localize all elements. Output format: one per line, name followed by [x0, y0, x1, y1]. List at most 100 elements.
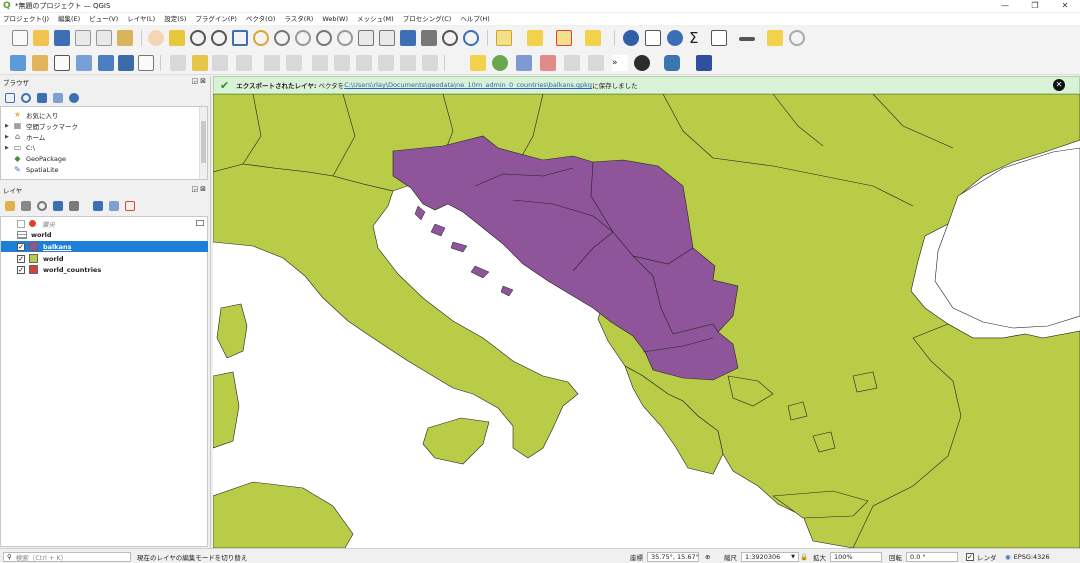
browser-item[interactable]: ▶ ⌂ ホーム: [5, 131, 45, 142]
label-toolbar-abc-icon[interactable]: [470, 55, 486, 71]
panel-float-close-buttons[interactable]: ◲⊠: [192, 185, 208, 193]
layer-visibility-checkbox[interactable]: ✓: [17, 254, 25, 263]
layer-row[interactable]: ✓ world: [1, 253, 208, 264]
pan-hand-icon[interactable]: [148, 30, 164, 46]
identify-features-icon[interactable]: [623, 30, 639, 46]
menu-raster[interactable]: ラスタ(R): [284, 13, 313, 25]
close-window-button[interactable]: ✕: [1050, 0, 1080, 12]
zoom-native-icon[interactable]: [295, 30, 311, 46]
more-tools-chevron-icon[interactable]: »: [612, 55, 628, 71]
render-checkbox[interactable]: ✓: [966, 552, 974, 561]
copy-features-icon[interactable]: [356, 55, 372, 71]
close-message-button[interactable]: ✕: [1053, 79, 1065, 91]
maximize-button[interactable]: ❐: [1020, 0, 1050, 12]
layer-labeling-icon[interactable]: [492, 55, 508, 71]
print-layout-icon[interactable]: [96, 30, 112, 46]
refresh-browser-icon[interactable]: [21, 93, 31, 103]
show-hide-labels-icon[interactable]: [564, 55, 580, 71]
open-project-icon[interactable]: [33, 30, 49, 46]
filter-by-expression-icon[interactable]: [69, 201, 79, 211]
scale-combo[interactable]: 1:3920306 ▼: [741, 551, 799, 562]
new-bookmark-icon[interactable]: [400, 30, 416, 46]
layer-visibility-checkbox[interactable]: [17, 219, 25, 228]
locator-search-input[interactable]: ⚲ 検索（Ctrl + K）: [3, 551, 131, 562]
menu-view[interactable]: ビュー(V): [89, 13, 118, 25]
manage-map-themes-icon[interactable]: [37, 201, 47, 211]
map-tips-icon[interactable]: [767, 30, 783, 46]
add-group-icon[interactable]: [21, 201, 31, 211]
statistics-sigma-icon[interactable]: Σ: [689, 30, 705, 46]
add-raster-layer-icon[interactable]: [76, 55, 92, 71]
browser-item[interactable]: ◆ GeoPackage: [5, 153, 66, 164]
menu-edit[interactable]: 編集(E): [58, 13, 80, 25]
pin-labels-icon[interactable]: [540, 55, 556, 71]
filter-browser-icon[interactable]: [37, 93, 47, 103]
select-features-icon[interactable]: [496, 30, 512, 46]
menu-web[interactable]: Web(W): [322, 13, 348, 25]
browser-item[interactable]: ✎ SpatiaLite: [5, 164, 58, 175]
message-file-link[interactable]: C:\Users\rlay\Documents\geodata\ne_10m_a…: [344, 81, 592, 89]
coordinate-field[interactable]: 35.75°, 15.67°: [647, 551, 699, 562]
map-svg[interactable]: [213, 76, 1080, 548]
lock-scale-icon[interactable]: 🔒: [800, 551, 808, 562]
browser-item[interactable]: ★ お気に入り: [5, 109, 59, 120]
add-selected-layers-icon[interactable]: [5, 93, 15, 103]
locator-icon[interactable]: [789, 30, 805, 46]
add-vector-layer-icon[interactable]: [54, 55, 70, 71]
extents-toggle-icon[interactable]: ⊕: [705, 551, 710, 562]
new-project-icon[interactable]: [12, 30, 28, 46]
zoom-in-icon[interactable]: [190, 30, 206, 46]
menu-plugins[interactable]: プラグイン(P): [195, 13, 237, 25]
scrollbar-thumb[interactable]: [201, 121, 206, 163]
panel-float-close-buttons[interactable]: ◲⊠: [192, 77, 208, 85]
add-mesh-layer-icon[interactable]: [118, 55, 134, 71]
zoom-out-icon[interactable]: [211, 30, 227, 46]
collapse-all-icon[interactable]: [53, 93, 63, 103]
deselect-by-value-icon[interactable]: [585, 30, 601, 46]
new-map-view-icon[interactable]: [358, 30, 374, 46]
zoom-next-icon[interactable]: [337, 30, 353, 46]
delete-selected-icon[interactable]: [312, 55, 328, 71]
browser-item[interactable]: ▶ ▦ 空間ブックマーク: [5, 120, 78, 131]
menu-mesh[interactable]: メッシュ(M): [357, 13, 394, 25]
add-delimited-text-icon[interactable]: [138, 55, 154, 71]
undo-icon[interactable]: [400, 55, 416, 71]
measure-line-icon[interactable]: [739, 37, 755, 41]
new-3d-map-icon[interactable]: [379, 30, 395, 46]
menu-settings[interactable]: 設定(S): [164, 13, 186, 25]
menu-help[interactable]: ヘルプ(H): [460, 13, 489, 25]
expand-arrow-icon[interactable]: ▶: [5, 134, 13, 140]
save-edits-icon[interactable]: [212, 55, 228, 71]
expand-all-icon[interactable]: [93, 201, 103, 211]
layer-row[interactable]: 震央: [1, 218, 208, 229]
attribute-table-icon[interactable]: [645, 30, 661, 46]
data-source-manager-icon[interactable]: [10, 55, 26, 71]
crs-group[interactable]: ◉ EPSG:4326: [1005, 551, 1050, 562]
settings-gear-icon[interactable]: [667, 30, 683, 46]
save-project-icon[interactable]: [54, 30, 70, 46]
minimize-button[interactable]: —: [990, 0, 1020, 12]
layer-row-selected[interactable]: ✓ balkans: [1, 241, 208, 252]
paste-features-icon[interactable]: [378, 55, 394, 71]
menu-project[interactable]: プロジェクト(J): [3, 13, 49, 25]
python-console-icon[interactable]: [664, 55, 680, 71]
filter-legend-icon[interactable]: [53, 201, 63, 211]
field-calculator-icon[interactable]: [711, 30, 727, 46]
zoom-full-icon[interactable]: [232, 30, 248, 46]
zoom-to-layer-icon[interactable]: [274, 30, 290, 46]
style-manager-icon[interactable]: [117, 30, 133, 46]
move-label-icon[interactable]: [588, 55, 604, 71]
layer-row[interactable]: world: [1, 229, 208, 240]
deselect-features-icon[interactable]: [556, 30, 572, 46]
pan-to-selection-icon[interactable]: [169, 30, 185, 46]
remove-layer-icon[interactable]: [125, 201, 135, 211]
properties-info-icon[interactable]: [69, 93, 79, 103]
help-contents-icon[interactable]: [696, 55, 712, 71]
expand-arrow-icon[interactable]: ▶: [5, 145, 13, 151]
magnifier-spinbox[interactable]: 100%: [830, 551, 882, 562]
toggle-editing-pencil-icon[interactable]: [192, 55, 208, 71]
expand-arrow-icon[interactable]: ▶: [5, 123, 13, 129]
show-bookmarks-icon[interactable]: [421, 30, 437, 46]
browser-item[interactable]: ▶ ▭ C:\: [5, 142, 35, 153]
open-layer-styling-icon[interactable]: [5, 201, 15, 211]
